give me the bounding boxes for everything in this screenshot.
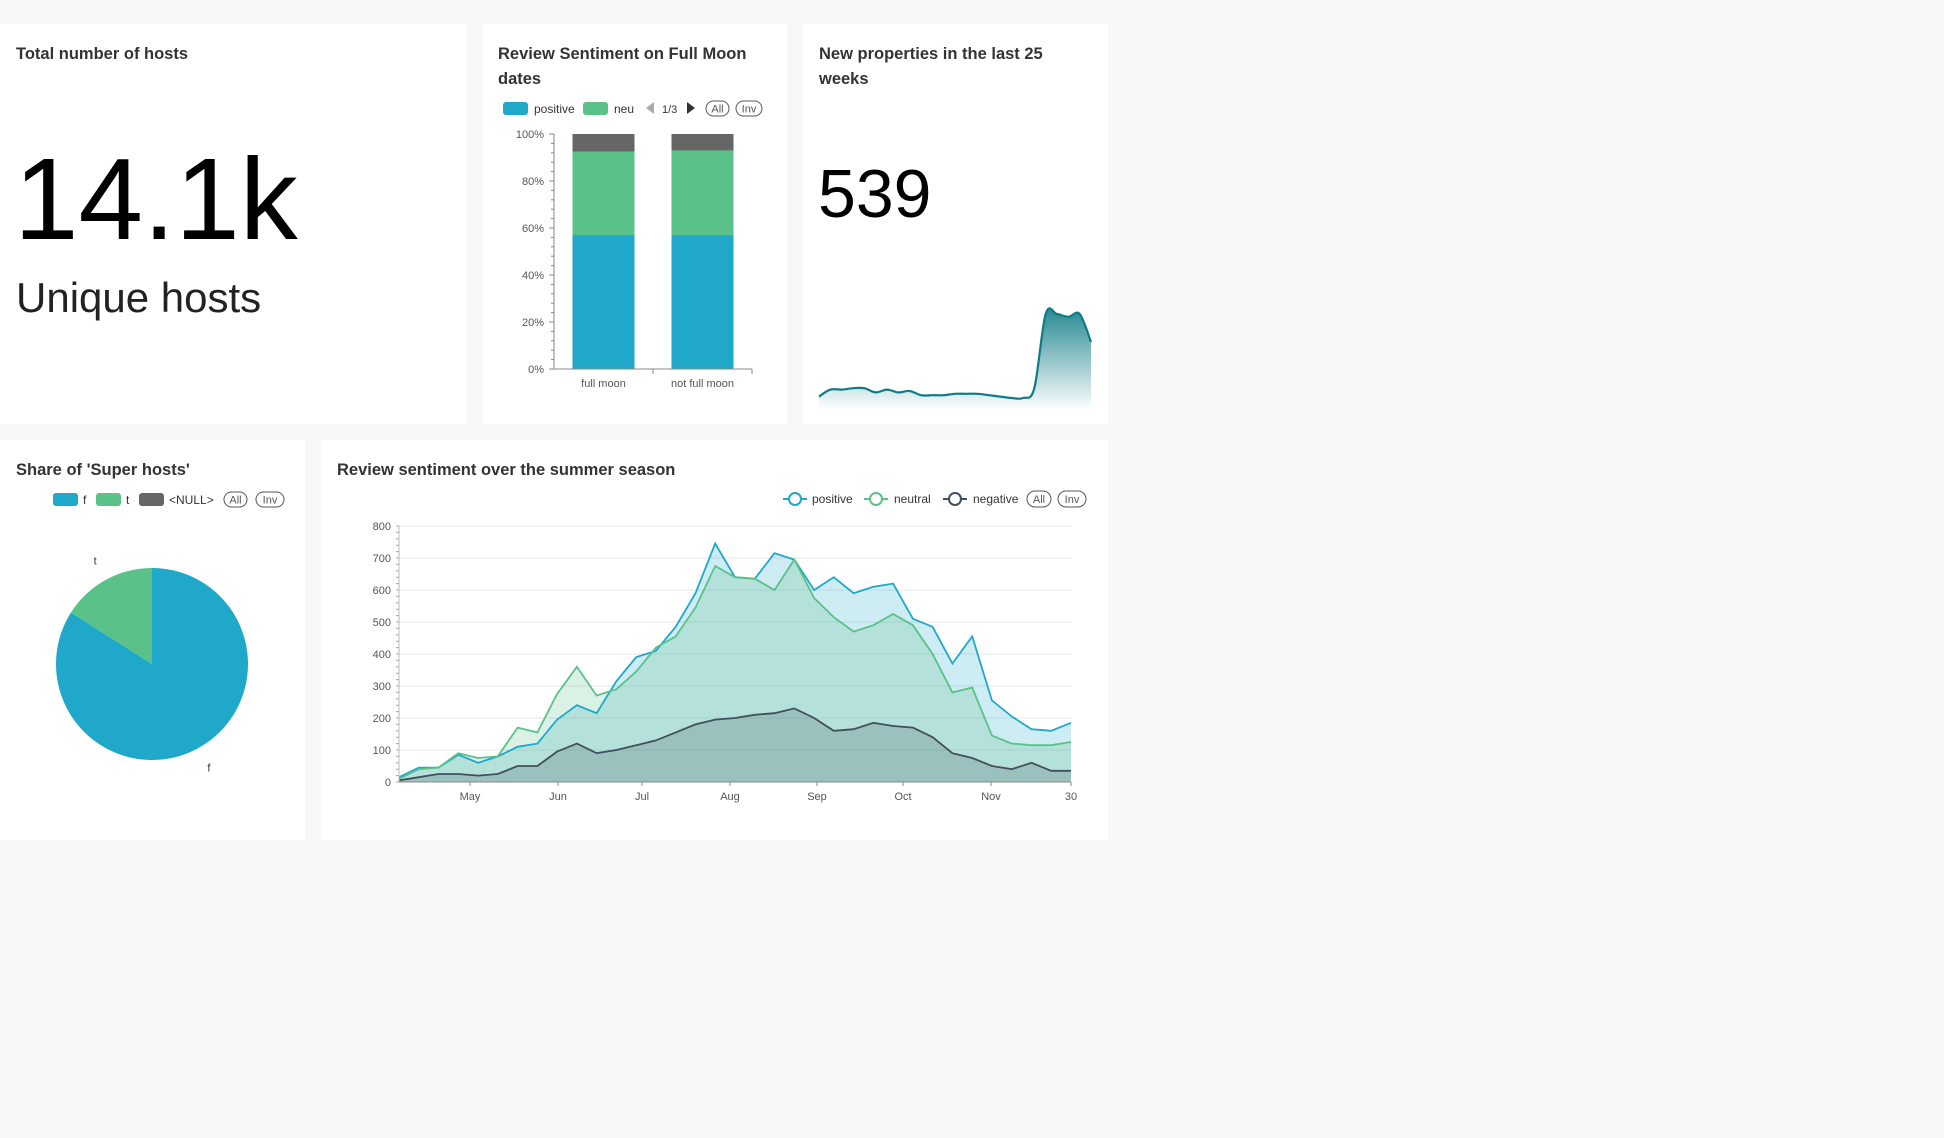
bar-segment-neutral[interactable] xyxy=(671,150,734,236)
chart-legend: positive neu 1/3 All Inv xyxy=(503,100,763,117)
bar-segment-negative[interactable] xyxy=(572,134,635,152)
legend-select-all-button[interactable]: All xyxy=(1026,490,1052,508)
chart-legend: positive neutral negative All Inv xyxy=(783,490,1087,508)
legend-item-neutral[interactable]: neutral xyxy=(864,492,931,506)
legend-marker-neutral xyxy=(869,492,883,506)
legend-invert-label: Inv xyxy=(263,495,278,507)
legend-invert-button[interactable]: Inv xyxy=(735,100,763,117)
legend-label-neutral: neutral xyxy=(894,492,931,506)
bar-segment-neutral[interactable] xyxy=(572,151,635,236)
legend-page-indicator: 1/3 xyxy=(662,104,677,116)
legend-item-f[interactable]: f xyxy=(53,493,87,507)
legend-prev-page-icon[interactable] xyxy=(646,102,654,114)
y-tick-label: 100% xyxy=(516,129,544,141)
x-tick-label: not full moon xyxy=(671,378,734,390)
legend-label-positive: positive xyxy=(534,102,575,116)
y-tick-label: 40% xyxy=(522,270,544,282)
y-tick-label: 100 xyxy=(373,745,391,757)
big-number-value: 14.1k xyxy=(14,134,298,264)
y-tick-label: 300 xyxy=(373,681,391,693)
legend-label-positive: positive xyxy=(812,492,853,506)
legend-swatch-t xyxy=(96,493,121,506)
legend-invert-label: Inv xyxy=(1065,494,1080,506)
big-number-subheader: Unique hosts xyxy=(16,274,262,321)
x-tick-label: Jul xyxy=(635,791,649,803)
pie-slices xyxy=(55,568,249,760)
pie-label-f: f xyxy=(207,762,211,774)
legend-label-neutral: neu xyxy=(614,102,634,116)
x-tick-label: Sep xyxy=(807,791,827,803)
legend-swatch-null xyxy=(139,493,164,506)
legend-swatch-f xyxy=(53,493,78,506)
legend-select-all-label: All xyxy=(1033,494,1045,506)
y-tick-label: 700 xyxy=(373,553,391,565)
legend-marker-negative xyxy=(948,492,962,506)
legend-invert-label: Inv xyxy=(742,104,757,116)
legend-next-page-icon[interactable] xyxy=(687,102,695,114)
legend-select-all-label: All xyxy=(711,104,723,116)
x-tick-label: full moon xyxy=(581,378,626,390)
summer-area-chart: positive neutral negative All Inv 010020… xyxy=(373,490,1087,803)
legend-invert-button[interactable]: Inv xyxy=(1057,490,1087,508)
y-tick-label: 800 xyxy=(373,521,391,533)
legend-label-f: f xyxy=(83,493,87,507)
legend-select-all-button[interactable]: All xyxy=(223,491,248,508)
legend-item-positive[interactable]: positive xyxy=(783,492,853,506)
card-title: Total number of hosts xyxy=(16,45,189,63)
full-moon-sentiment-card: Review Sentiment on Full Moon dates posi… xyxy=(482,24,787,424)
y-tick-label: 500 xyxy=(373,617,391,629)
legend-item-null[interactable]: <NULL> xyxy=(139,493,214,507)
chart-legend: f t <NULL> All Inv xyxy=(53,491,285,508)
legend-item-positive[interactable]: positive xyxy=(503,102,575,116)
legend-select-all-button[interactable]: All xyxy=(705,100,730,117)
x-tick-label: 30 xyxy=(1065,791,1077,803)
y-tick-label: 600 xyxy=(373,585,391,597)
full-moon-bar-chart: positive neu 1/3 All Inv 0% 20% 40% 60% 80% 1… xyxy=(503,100,763,390)
y-tick-label: 400 xyxy=(373,649,391,661)
super-hosts-card: Share of 'Super hosts' f t <NULL> All In… xyxy=(0,440,305,840)
x-tick-label: Nov xyxy=(981,791,1001,803)
bar-segment-positive[interactable] xyxy=(572,235,635,369)
x-tick-label: Jun xyxy=(549,791,567,803)
legend-invert-button[interactable]: Inv xyxy=(255,491,285,508)
legend-select-all-label: All xyxy=(229,495,241,507)
legend-label-t: t xyxy=(126,493,130,507)
y-tick-label: 200 xyxy=(373,713,391,725)
y-tick-label: 20% xyxy=(522,317,544,329)
y-tick-label: 0 xyxy=(385,777,391,789)
new-properties-card: New properties in the last 25 weeks 539 xyxy=(803,24,1108,424)
total-hosts-card: Total number of hosts 14.1k Unique hosts xyxy=(0,24,466,424)
bar-segment-negative[interactable] xyxy=(671,134,734,151)
bar-segment-positive[interactable] xyxy=(671,235,734,369)
pie-label-t: t xyxy=(94,556,97,568)
x-tick-label: May xyxy=(460,791,481,803)
x-tick-label: Oct xyxy=(894,791,911,803)
legend-swatch-neutral xyxy=(583,102,608,115)
y-tick-label: 0% xyxy=(528,364,544,376)
legend-item-t[interactable]: t xyxy=(96,493,130,507)
x-axis: full moon not full moon xyxy=(554,368,753,390)
legend-item-neutral[interactable]: neu xyxy=(583,102,634,116)
x-tick-label: Aug xyxy=(720,791,740,803)
y-axis: 0% 20% 40% 60% 80% 100% xyxy=(516,129,555,376)
legend-item-negative[interactable]: negative xyxy=(943,492,1019,506)
y-tick-label: 80% xyxy=(522,176,544,188)
super-hosts-pie-chart: f t <NULL> All Inv f t xyxy=(53,491,285,774)
legend-swatch-positive xyxy=(503,102,528,115)
legend-marker-positive xyxy=(788,492,802,506)
bar-series xyxy=(572,134,734,369)
y-tick-label: 60% xyxy=(522,223,544,235)
summer-sentiment-card: Review sentiment over the summer season … xyxy=(321,440,1108,840)
legend-label-negative: negative xyxy=(973,492,1019,506)
area-series xyxy=(398,541,1072,782)
legend-label-null: <NULL> xyxy=(169,493,214,507)
trendline-chart xyxy=(818,307,1093,410)
